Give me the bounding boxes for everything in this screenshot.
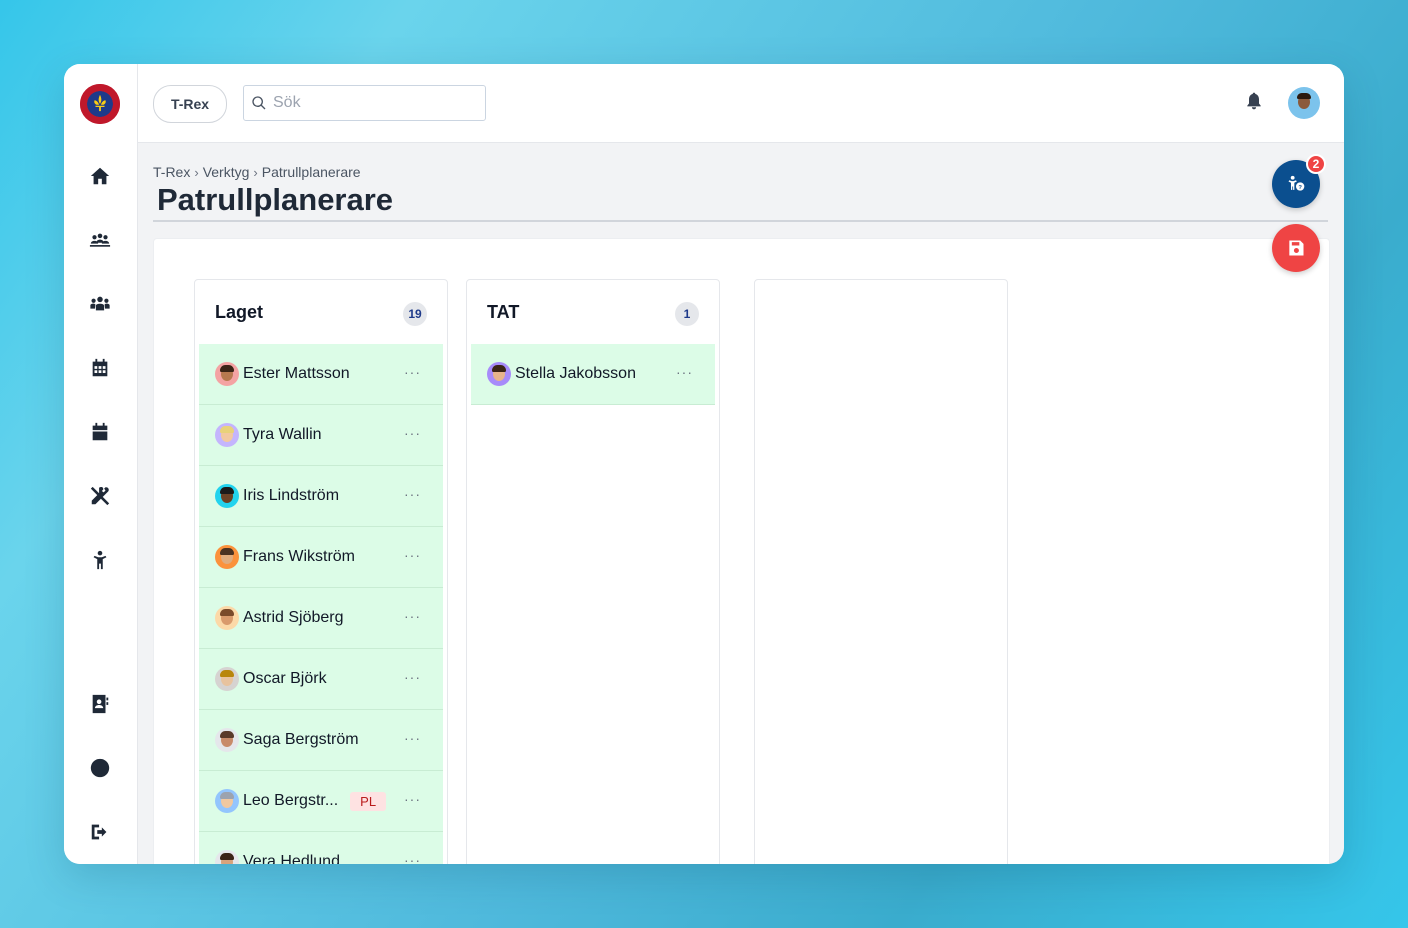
patrol-leader-tag: PL bbox=[350, 791, 387, 811]
member-name: Saga Bergström bbox=[243, 731, 359, 748]
column-header: Laget 19 bbox=[195, 280, 447, 344]
member-name: Frans Wikström bbox=[243, 548, 355, 565]
column-header: TAT 1 bbox=[467, 280, 719, 344]
member-name: Iris Lindström bbox=[243, 487, 340, 504]
more-options-icon[interactable]: ··· bbox=[404, 730, 421, 746]
patrol-column-laget: Laget 19 Ester Mattsson ··· Tyra Wallin ···… bbox=[194, 279, 448, 864]
member-name: Tyra Wallin bbox=[243, 426, 322, 443]
member-avatar bbox=[215, 728, 239, 752]
member-count-badge: 1 bbox=[675, 302, 699, 326]
search-field[interactable] bbox=[243, 85, 486, 121]
notifications-bell-icon[interactable] bbox=[1244, 91, 1266, 113]
contact-card-icon[interactable] bbox=[88, 692, 112, 716]
member-count-badge: 19 bbox=[403, 302, 427, 326]
chevron-right-icon: › bbox=[253, 164, 258, 180]
member-avatar bbox=[215, 545, 239, 569]
globe-icon[interactable] bbox=[88, 756, 112, 780]
member-avatar bbox=[215, 484, 239, 508]
more-options-icon[interactable]: ··· bbox=[404, 547, 421, 563]
person-question-icon: ? bbox=[1288, 175, 1305, 191]
search-input[interactable] bbox=[271, 93, 475, 113]
tools-icon[interactable] bbox=[88, 484, 112, 508]
member-name: Vera Hedlund bbox=[243, 853, 340, 864]
scout-logo[interactable] bbox=[80, 84, 120, 124]
more-options-icon[interactable]: ··· bbox=[404, 364, 421, 380]
member-card[interactable]: Stella Jakobsson ··· bbox=[471, 344, 715, 405]
member-name: Astrid Sjöberg bbox=[243, 609, 344, 626]
member-avatar bbox=[215, 606, 239, 630]
more-options-icon[interactable]: ··· bbox=[404, 425, 421, 441]
help-count-badge: 2 bbox=[1306, 154, 1326, 174]
member-card[interactable]: Leo Bergstr... PL ··· bbox=[199, 771, 443, 832]
member-avatar bbox=[215, 362, 239, 386]
member-avatar bbox=[487, 362, 511, 386]
org-switcher-button[interactable]: T-Rex bbox=[153, 85, 227, 123]
member-list: Stella Jakobsson ··· bbox=[467, 344, 719, 405]
save-floppy-icon bbox=[1289, 240, 1304, 256]
patrol-column-empty[interactable] bbox=[754, 279, 1008, 864]
patrol-board: Laget 19 Ester Mattsson ··· Tyra Wallin ···… bbox=[153, 238, 1330, 864]
child-icon[interactable] bbox=[88, 548, 112, 572]
more-options-icon[interactable]: ··· bbox=[404, 791, 421, 807]
member-name: Oscar Björk bbox=[243, 670, 327, 687]
app-window: T-Rex T-Rex › Verktyg › Patrullplanerare… bbox=[64, 64, 1344, 864]
patrol-column-tat: TAT 1 Stella Jakobsson ··· bbox=[466, 279, 720, 864]
member-name: Ester Mattsson bbox=[243, 365, 350, 382]
column-title: TAT bbox=[487, 302, 520, 322]
home-icon[interactable] bbox=[88, 164, 112, 188]
svg-text:?: ? bbox=[1298, 185, 1302, 191]
member-list: Ester Mattsson ··· Tyra Wallin ··· Iris Lind… bbox=[195, 344, 447, 864]
more-options-icon[interactable]: ··· bbox=[404, 486, 421, 502]
member-card[interactable]: Ester Mattsson ··· bbox=[199, 344, 443, 405]
more-options-icon[interactable]: ··· bbox=[404, 608, 421, 624]
member-card[interactable]: Tyra Wallin ··· bbox=[199, 405, 443, 466]
member-avatar bbox=[215, 850, 239, 864]
calendar-grid-icon[interactable] bbox=[88, 356, 112, 380]
save-button[interactable] bbox=[1272, 224, 1320, 272]
more-options-icon[interactable]: ··· bbox=[676, 364, 693, 380]
logout-icon[interactable] bbox=[88, 820, 112, 844]
member-name: Stella Jakobsson bbox=[515, 365, 636, 382]
group-gathering-icon[interactable] bbox=[88, 228, 112, 252]
column-title: Laget bbox=[215, 302, 264, 322]
member-card[interactable]: Vera Hedlund ··· bbox=[199, 832, 443, 864]
breadcrumb-item-org[interactable]: T-Rex bbox=[153, 164, 190, 180]
breadcrumb-item-tools[interactable]: Verktyg bbox=[203, 164, 250, 180]
breadcrumb-item-current: Patrullplanerare bbox=[261, 164, 361, 180]
member-card[interactable]: Astrid Sjöberg ··· bbox=[199, 588, 443, 649]
title-divider bbox=[153, 220, 1328, 222]
search-icon bbox=[252, 96, 266, 110]
member-card[interactable]: Iris Lindström ··· bbox=[199, 466, 443, 527]
member-card[interactable]: Saga Bergström ··· bbox=[199, 710, 443, 771]
member-avatar bbox=[215, 789, 239, 813]
page-title: Patrullplanerare bbox=[157, 182, 394, 217]
member-avatar bbox=[215, 423, 239, 447]
member-name: Leo Bergstr... bbox=[243, 792, 339, 809]
sidebar bbox=[64, 64, 138, 864]
breadcrumb: T-Rex › Verktyg › Patrullplanerare bbox=[153, 164, 361, 180]
topbar: T-Rex bbox=[138, 64, 1344, 143]
member-card[interactable]: Frans Wikström ··· bbox=[199, 527, 443, 588]
more-options-icon[interactable]: ··· bbox=[404, 852, 421, 864]
people-icon[interactable] bbox=[88, 292, 112, 316]
chevron-right-icon: › bbox=[194, 164, 199, 180]
member-avatar bbox=[215, 667, 239, 691]
member-card[interactable]: Oscar Björk ··· bbox=[199, 649, 443, 710]
more-options-icon[interactable]: ··· bbox=[404, 669, 421, 685]
calendar-icon[interactable] bbox=[88, 420, 112, 444]
user-avatar[interactable] bbox=[1288, 87, 1320, 119]
